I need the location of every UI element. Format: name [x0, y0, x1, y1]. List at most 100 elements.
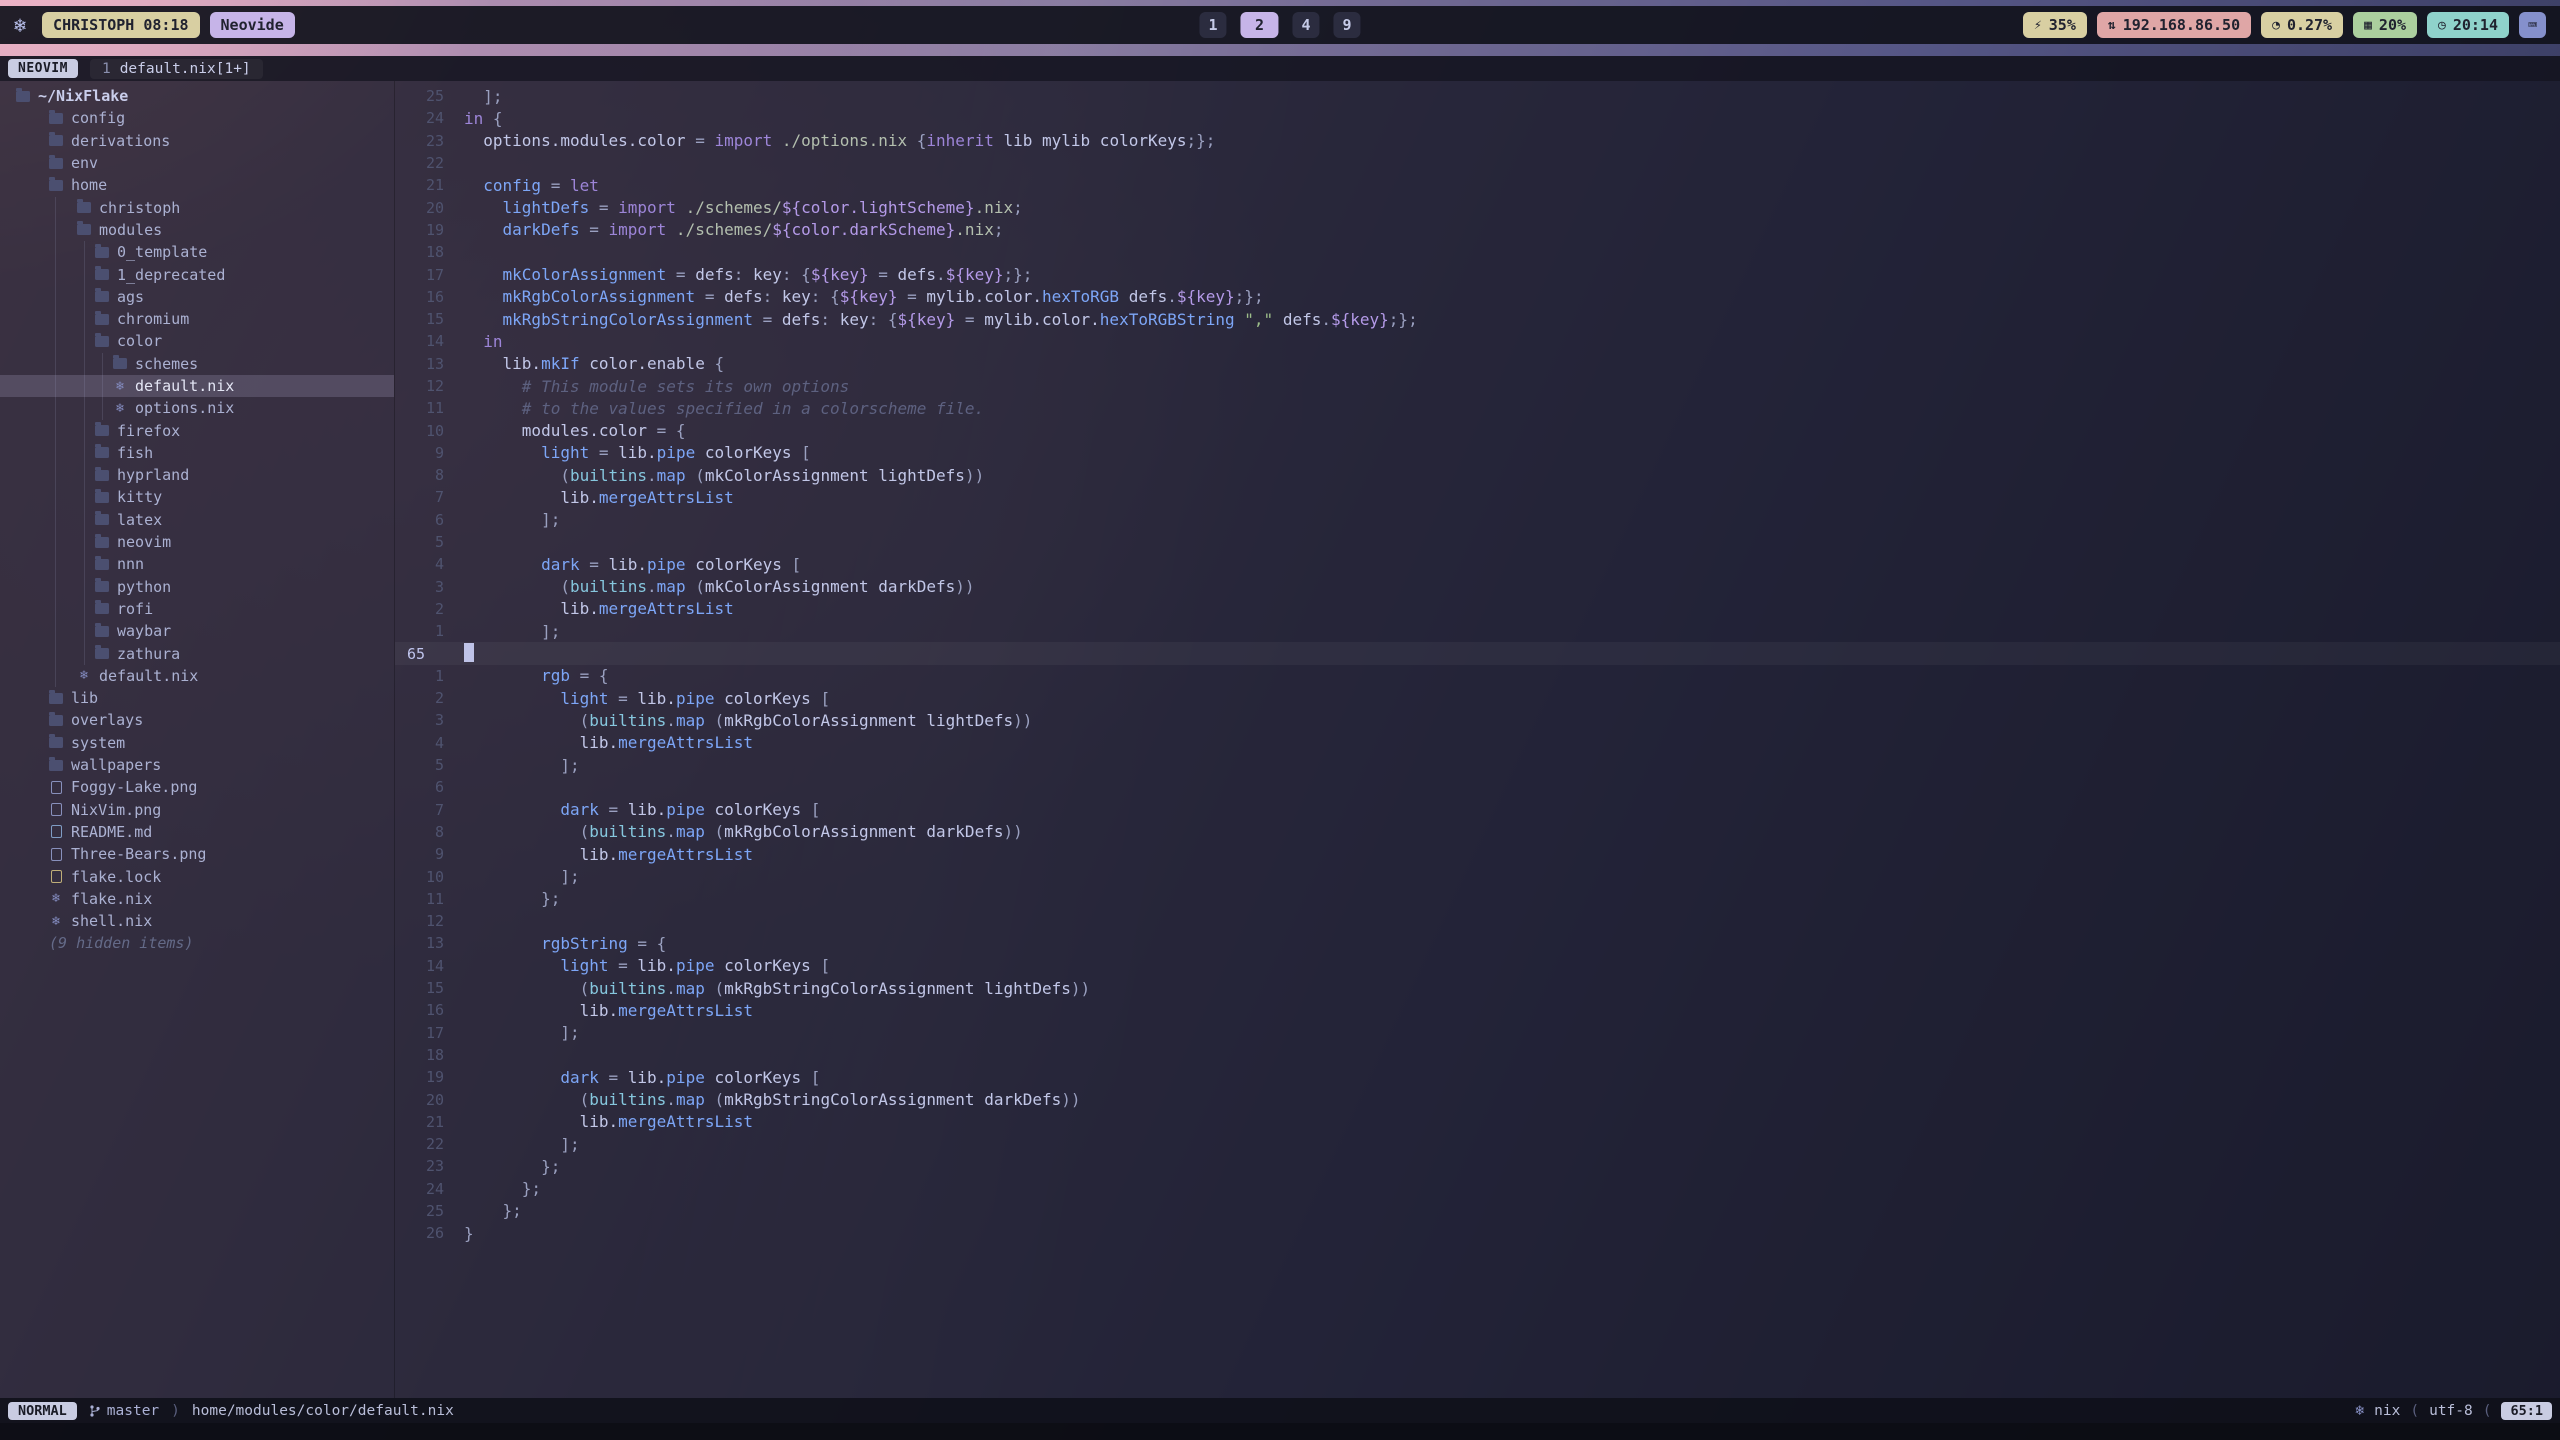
code-line[interactable]: 4 dark = lib.pipe colorKeys [: [395, 553, 2560, 575]
code-line[interactable]: 22: [395, 152, 2560, 174]
code-line[interactable]: 8 (builtins.map (mkColorAssignment light…: [395, 464, 2560, 486]
tree-item[interactable]: 1_deprecated: [0, 263, 394, 285]
code-line[interactable]: 15 mkRgbStringColorAssignment = defs: ke…: [395, 308, 2560, 330]
tree-item[interactable]: color: [0, 330, 394, 352]
tree-item[interactable]: overlays: [0, 709, 394, 731]
tree-item[interactable]: 0_template: [0, 241, 394, 263]
code-line[interactable]: 65: [395, 642, 2560, 664]
code-line[interactable]: 24 };: [395, 1178, 2560, 1200]
tree-item[interactable]: ❄default.nix: [0, 665, 394, 687]
code-line[interactable]: 22 ];: [395, 1133, 2560, 1155]
code-line[interactable]: 13 lib.mkIf color.enable {: [395, 353, 2560, 375]
code-line[interactable]: 24in {: [395, 107, 2560, 129]
user-time-badge[interactable]: CHRISTOPH 08:18: [42, 12, 199, 38]
code-line[interactable]: 16 lib.mergeAttrsList: [395, 999, 2560, 1021]
tree-item[interactable]: python: [0, 576, 394, 598]
tree-item[interactable]: ❄default.nix: [0, 375, 394, 397]
tree-item[interactable]: modules: [0, 219, 394, 241]
code-line[interactable]: 19 darkDefs = import ./schemes/${color.d…: [395, 219, 2560, 241]
tree-item[interactable]: waybar: [0, 620, 394, 642]
tree-item[interactable]: config: [0, 107, 394, 129]
keyboard-tray-icon[interactable]: ⌨: [2519, 12, 2546, 38]
tree-item[interactable]: firefox: [0, 419, 394, 441]
code-line[interactable]: 25 };: [395, 1200, 2560, 1222]
tree-item[interactable]: nnn: [0, 553, 394, 575]
tree-item[interactable]: chromium: [0, 308, 394, 330]
code-line[interactable]: 5 ];: [395, 754, 2560, 776]
code-line[interactable]: 25 ];: [395, 85, 2560, 107]
code-line[interactable]: 6 ];: [395, 509, 2560, 531]
tree-item[interactable]: env: [0, 152, 394, 174]
code-line[interactable]: 10 modules.color = {: [395, 419, 2560, 441]
tree-item[interactable]: derivations: [0, 130, 394, 152]
command-line[interactable]: [0, 1423, 2560, 1440]
tree-item[interactable]: schemes: [0, 353, 394, 375]
workspace-button-9[interactable]: 9: [1334, 12, 1361, 38]
code-line[interactable]: 1 rgb = {: [395, 665, 2560, 687]
code-line[interactable]: 26}: [395, 1222, 2560, 1244]
code-line[interactable]: 23 options.modules.color = import ./opti…: [395, 130, 2560, 152]
code-line[interactable]: 14 light = lib.pipe colorKeys [: [395, 955, 2560, 977]
code-line[interactable]: 5: [395, 531, 2560, 553]
code-line[interactable]: 9 light = lib.pipe colorKeys [: [395, 442, 2560, 464]
code-line[interactable]: 18: [395, 1044, 2560, 1066]
code-line[interactable]: 1 ];: [395, 620, 2560, 642]
tree-item[interactable]: ❄flake.nix: [0, 888, 394, 910]
code-line[interactable]: 7 lib.mergeAttrsList: [395, 486, 2560, 508]
clock-module[interactable]: ◷20:14: [2427, 12, 2509, 38]
code-line[interactable]: 21 lib.mergeAttrsList: [395, 1111, 2560, 1133]
tree-item[interactable]: home: [0, 174, 394, 196]
tree-item[interactable]: ~/NixFlake: [0, 85, 394, 107]
tree-item[interactable]: ❄shell.nix: [0, 910, 394, 932]
code-line[interactable]: 7 dark = lib.pipe colorKeys [: [395, 799, 2560, 821]
tree-item[interactable]: zathura: [0, 642, 394, 664]
cpu-module[interactable]: ◔0.27%: [2261, 12, 2343, 38]
code-line[interactable]: 13 rgbString = {: [395, 932, 2560, 954]
code-line[interactable]: 8 (builtins.map (mkRgbColorAssignment da…: [395, 821, 2560, 843]
tree-item[interactable]: ❄options.nix: [0, 397, 394, 419]
network-module[interactable]: ⇅192.168.86.50: [2097, 12, 2251, 38]
code-line[interactable]: 3 (builtins.map (mkRgbColorAssignment li…: [395, 709, 2560, 731]
code-line[interactable]: 20 (builtins.map (mkRgbStringColorAssign…: [395, 1088, 2560, 1110]
code-line[interactable]: 17 mkColorAssignment = defs: key: {${key…: [395, 263, 2560, 285]
code-line[interactable]: 18: [395, 241, 2560, 263]
code-line[interactable]: 11 # to the values specified in a colors…: [395, 397, 2560, 419]
code-line[interactable]: 15 (builtins.map (mkRgbStringColorAssign…: [395, 977, 2560, 999]
tree-item[interactable]: christoph: [0, 196, 394, 218]
tree-item[interactable]: latex: [0, 509, 394, 531]
tree-item[interactable]: Foggy-Lake.png: [0, 776, 394, 798]
workspace-button-1[interactable]: 1: [1199, 12, 1226, 38]
tab-default-nix[interactable]: 1 default.nix[1+]: [90, 59, 263, 79]
tree-item[interactable]: neovim: [0, 531, 394, 553]
code-line[interactable]: 2 light = lib.pipe colorKeys [: [395, 687, 2560, 709]
code-line[interactable]: 23 };: [395, 1155, 2560, 1177]
code-line[interactable]: 3 (builtins.map (mkColorAssignment darkD…: [395, 576, 2560, 598]
battery-module[interactable]: ⚡35%: [2023, 12, 2087, 38]
tree-item[interactable]: system: [0, 732, 394, 754]
code-line[interactable]: 4 lib.mergeAttrsList: [395, 732, 2560, 754]
tree-item[interactable]: lib: [0, 687, 394, 709]
tree-item[interactable]: hyprland: [0, 464, 394, 486]
code-line[interactable]: 6: [395, 776, 2560, 798]
code-line[interactable]: 10 ];: [395, 865, 2560, 887]
code-line[interactable]: 2 lib.mergeAttrsList: [395, 598, 2560, 620]
tree-item[interactable]: Three-Bears.png: [0, 843, 394, 865]
code-line[interactable]: 21 config = let: [395, 174, 2560, 196]
code-line[interactable]: 16 mkRgbColorAssignment = defs: key: {${…: [395, 286, 2560, 308]
tree-item[interactable]: flake.lock: [0, 865, 394, 887]
memory-module[interactable]: ▦20%: [2353, 12, 2417, 38]
tree-item[interactable]: rofi: [0, 598, 394, 620]
tree-item[interactable]: (9 hidden items): [0, 932, 394, 954]
code-line[interactable]: 9 lib.mergeAttrsList: [395, 843, 2560, 865]
editor[interactable]: 25 ];24in {23 options.modules.color = im…: [395, 81, 2560, 1398]
code-line[interactable]: 11 };: [395, 888, 2560, 910]
tree-item[interactable]: NixVim.png: [0, 799, 394, 821]
tree-item[interactable]: kitty: [0, 486, 394, 508]
code-line[interactable]: 20 lightDefs = import ./schemes/${color.…: [395, 196, 2560, 218]
app-badge[interactable]: Neovide: [210, 12, 295, 38]
code-line[interactable]: 19 dark = lib.pipe colorKeys [: [395, 1066, 2560, 1088]
code-line[interactable]: 12 # This module sets its own options: [395, 375, 2560, 397]
code-line[interactable]: 17 ];: [395, 1021, 2560, 1043]
code-line[interactable]: 14 in: [395, 330, 2560, 352]
tree-item[interactable]: README.md: [0, 821, 394, 843]
